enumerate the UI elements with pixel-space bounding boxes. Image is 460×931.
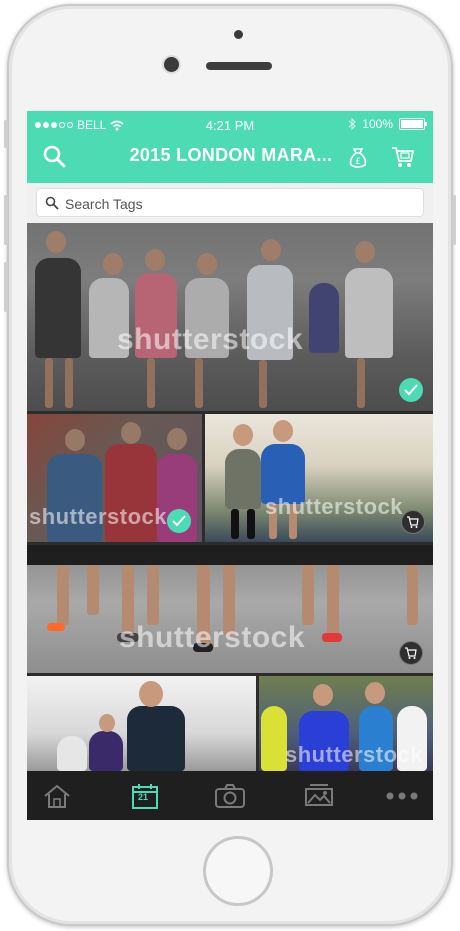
search-icon[interactable] (41, 143, 69, 171)
earpiece-speaker (206, 62, 272, 70)
calendar-icon[interactable]: 21 (125, 781, 165, 811)
cart-icon[interactable] (389, 143, 417, 171)
cart-icon[interactable] (399, 641, 423, 665)
check-icon[interactable] (399, 378, 423, 402)
watermark-text: shutterstock (119, 621, 306, 654)
battery-icon (399, 118, 427, 130)
money-bag-icon[interactable]: £ (344, 143, 372, 171)
calendar-day-label: 21 (138, 792, 149, 802)
home-icon[interactable] (37, 781, 77, 811)
photo-tile[interactable]: shutterstock (205, 414, 433, 542)
camera-icon[interactable] (210, 781, 250, 811)
bottom-tab-bar: 21 (27, 771, 433, 820)
status-bar: BELL 4:21 PM 100% (27, 117, 433, 135)
bluetooth-icon (348, 118, 357, 130)
search-bar (27, 183, 433, 223)
app-screen: BELL 4:21 PM 100% 2015 LONDON MARA... £ … (27, 111, 433, 820)
watermark-text: shutterstock (29, 504, 168, 529)
app-header: BELL 4:21 PM 100% 2015 LONDON MARA... £ (27, 111, 433, 183)
search-field[interactable] (36, 188, 424, 217)
photo-tile[interactable] (27, 676, 256, 771)
battery-percent: 100% (362, 117, 393, 131)
gallery-icon[interactable] (299, 781, 339, 811)
photo-tile[interactable]: shutterstock (27, 414, 202, 542)
front-camera (164, 57, 179, 72)
home-button[interactable] (203, 836, 273, 906)
photo-tile[interactable]: shutterstock (259, 676, 433, 771)
more-icon[interactable] (382, 781, 422, 811)
volume-up-button (4, 195, 8, 245)
page-title: 2015 LONDON MARA... (129, 145, 333, 165)
watermark-text: shutterstock (265, 494, 404, 519)
search-tags-input[interactable] (63, 193, 417, 215)
photo-tile[interactable]: shutterstock (27, 223, 433, 411)
watermark-text: shutterstock (285, 742, 424, 767)
svg-text:£: £ (355, 157, 361, 167)
search-field-icon (45, 196, 59, 210)
mute-switch (4, 120, 8, 148)
volume-down-button (4, 262, 8, 312)
watermark-text: shutterstock (117, 323, 304, 356)
check-icon[interactable] (167, 509, 191, 533)
proximity-sensor (234, 30, 243, 39)
photo-tile[interactable]: shutterstock (27, 545, 433, 673)
cart-icon[interactable] (401, 510, 425, 534)
power-button (452, 195, 456, 245)
